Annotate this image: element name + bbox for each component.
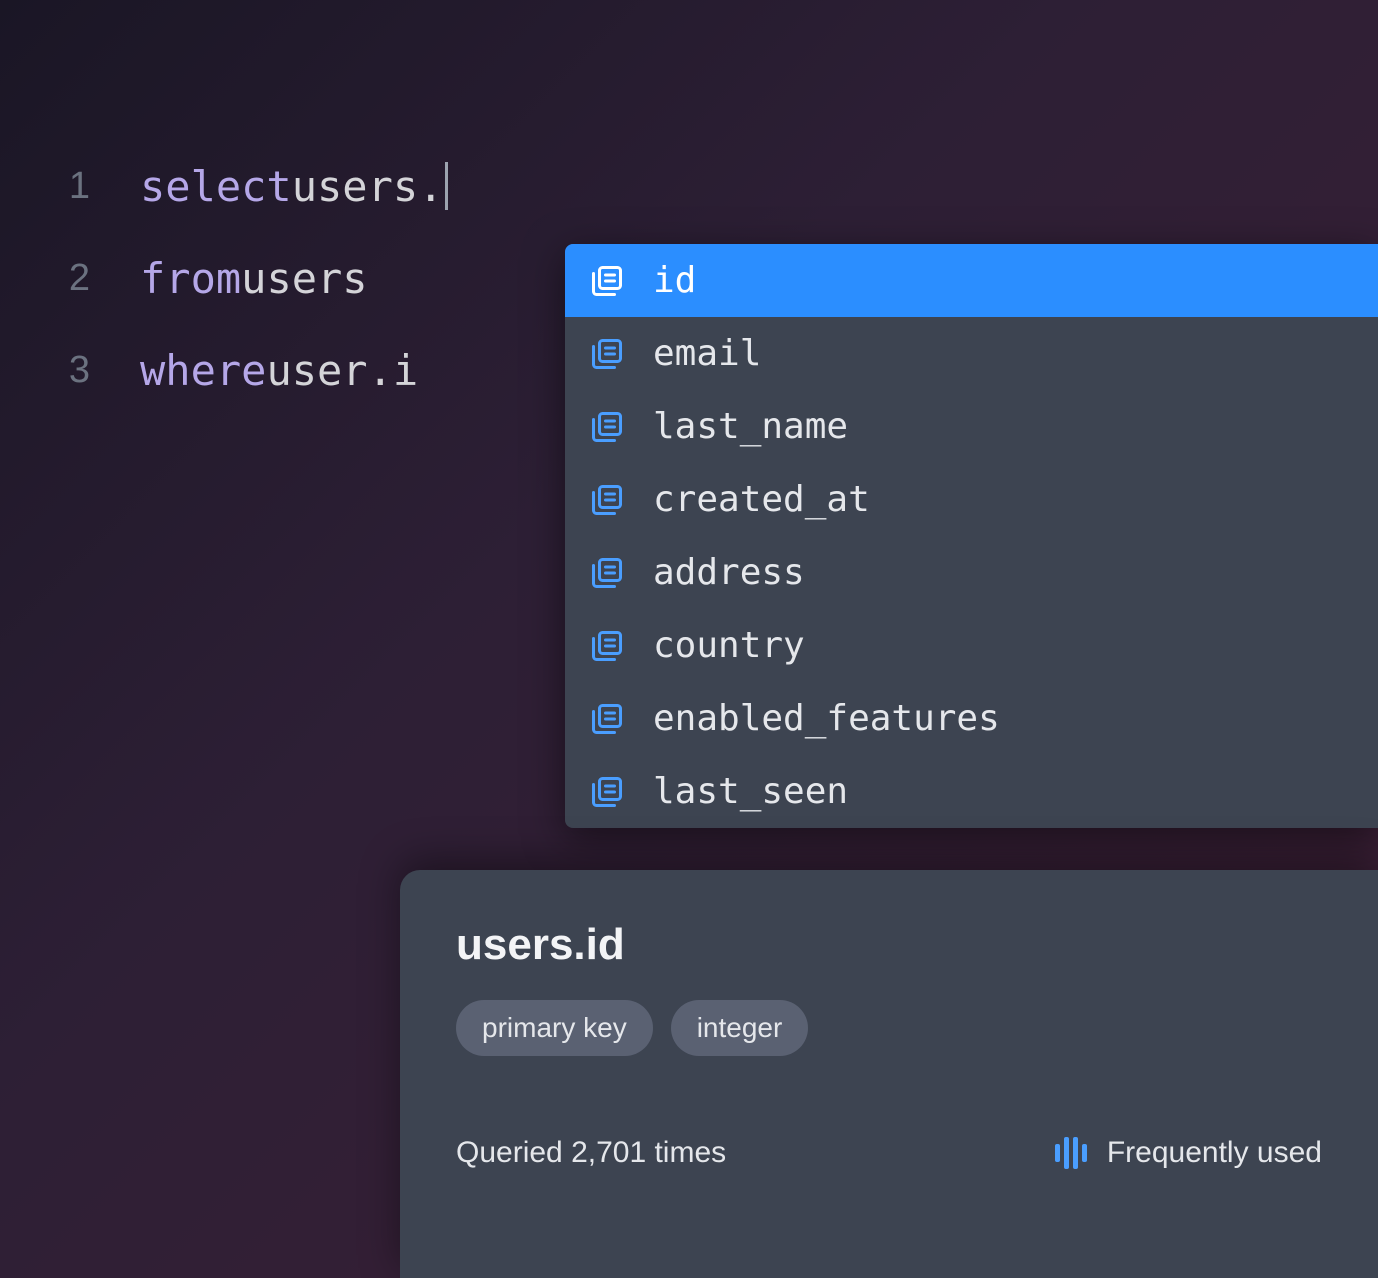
field-icon	[589, 263, 625, 299]
field-icon	[589, 774, 625, 810]
autocomplete-item-address[interactable]: address	[565, 536, 1378, 609]
line-number: 2	[60, 257, 140, 300]
badge-primary-key: primary key	[456, 1000, 653, 1056]
autocomplete-label: country	[653, 625, 805, 666]
autocomplete-label: email	[653, 333, 761, 374]
line-number: 1	[60, 165, 140, 208]
autocomplete-item-country[interactable]: country	[565, 609, 1378, 682]
field-icon	[589, 701, 625, 737]
detail-badges: primary key integer	[456, 1000, 1322, 1056]
autocomplete-popup: id email last_name created_at address co…	[565, 244, 1378, 828]
identifier: users	[241, 254, 367, 303]
autocomplete-item-id[interactable]: id	[565, 244, 1378, 317]
code-line-1: 1 select users.	[60, 140, 1378, 232]
autocomplete-item-last_name[interactable]: last_name	[565, 390, 1378, 463]
field-icon	[589, 628, 625, 664]
autocomplete-item-email[interactable]: email	[565, 317, 1378, 390]
keyword-where: where	[140, 346, 266, 395]
field-icon	[589, 482, 625, 518]
line-number: 3	[60, 349, 140, 392]
detail-footer: Queried 2,701 times Frequently used	[456, 1136, 1322, 1170]
keyword-select: select	[140, 162, 292, 211]
frequency-label: Frequently used	[1107, 1136, 1322, 1170]
autocomplete-label: address	[653, 552, 805, 593]
identifier: users.	[292, 162, 444, 211]
autocomplete-label: last_name	[653, 406, 848, 447]
field-icon	[589, 409, 625, 445]
autocomplete-item-enabled_features[interactable]: enabled_features	[565, 682, 1378, 755]
badge-type: integer	[671, 1000, 809, 1056]
code-content: where user.i	[140, 346, 418, 395]
code-content: select users.	[140, 162, 448, 211]
detail-title: users.id	[456, 920, 1322, 970]
frequency-indicator: Frequently used	[1055, 1136, 1322, 1170]
field-icon	[589, 555, 625, 591]
identifier: user.i	[266, 346, 418, 395]
bars-icon	[1055, 1137, 1087, 1169]
field-icon	[589, 336, 625, 372]
query-count: Queried 2,701 times	[456, 1136, 726, 1170]
text-cursor	[445, 162, 448, 210]
keyword-from: from	[140, 254, 241, 303]
autocomplete-label: created_at	[653, 479, 870, 520]
column-detail-panel: users.id primary key integer Queried 2,7…	[400, 870, 1378, 1278]
code-content: from users	[140, 254, 368, 303]
autocomplete-item-created_at[interactable]: created_at	[565, 463, 1378, 536]
autocomplete-item-last_seen[interactable]: last_seen	[565, 755, 1378, 828]
autocomplete-label: id	[653, 260, 696, 301]
autocomplete-label: enabled_features	[653, 698, 1000, 739]
autocomplete-label: last_seen	[653, 771, 848, 812]
